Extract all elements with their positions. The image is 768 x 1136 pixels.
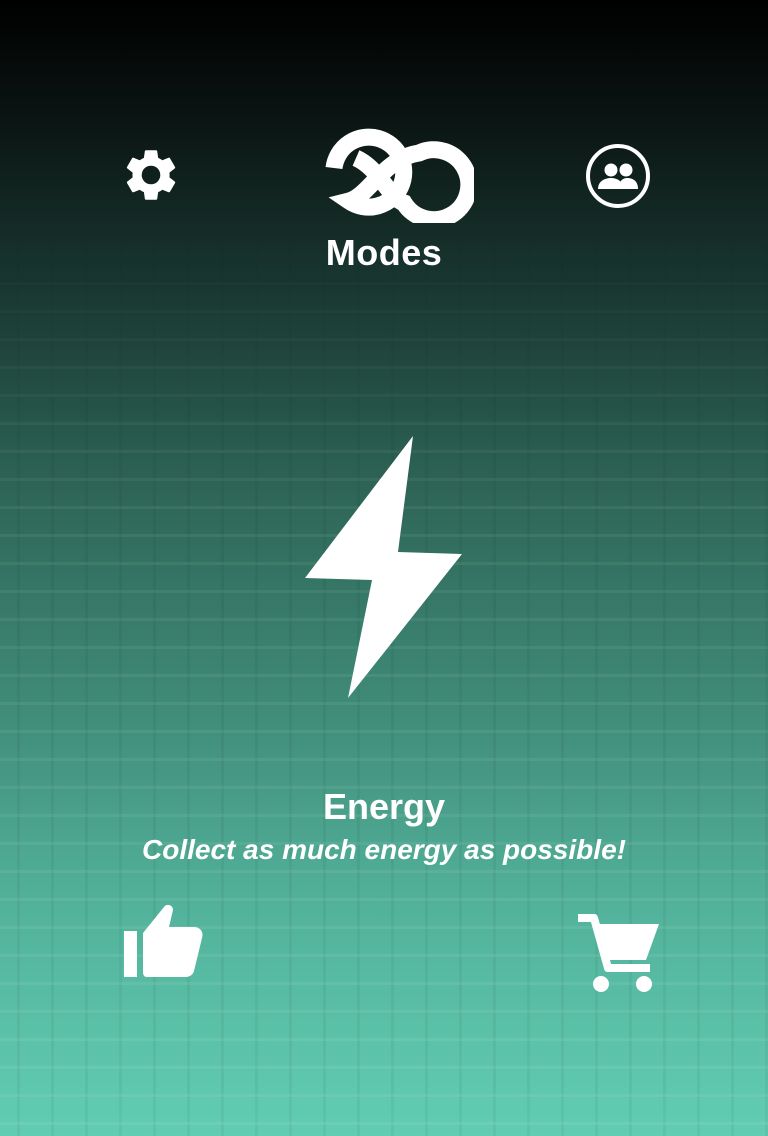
shop-button[interactable] [574,910,664,996]
lightning-bolt-icon [300,432,468,702]
people-circle-icon [586,144,650,208]
modes-title: Modes [325,232,443,273]
gear-icon [126,150,176,200]
shopping-cart-icon [578,914,659,992]
friends-button[interactable] [584,142,652,210]
modes-button[interactable] [294,128,474,223]
mode-name: Energy [322,786,446,827]
like-button[interactable] [118,900,206,982]
thumbs-up-icon [124,904,203,977]
infinity-icon [325,128,474,223]
mode-description: Collect as much energy as possible! [142,834,626,865]
settings-button[interactable] [118,142,184,208]
